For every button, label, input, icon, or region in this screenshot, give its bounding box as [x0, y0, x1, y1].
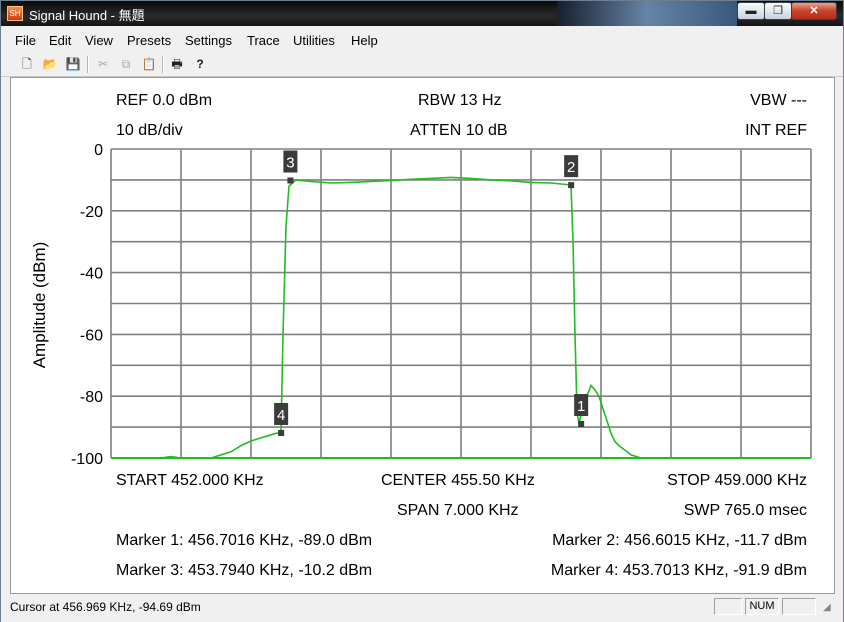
marker-label: 1: [577, 398, 585, 415]
marker-label: 4: [277, 407, 285, 424]
marker-point: [278, 429, 285, 436]
cursor-readout: Cursor at 456.969 KHz, -94.69 dBm: [10, 600, 201, 614]
marker-3-readout: Marker 3: 453.7940 KHz, -10.2 dBm: [116, 562, 373, 579]
app-window: SH Signal Hound - 無題 ▬ ❐ ✕ File Edit Vie…: [0, 0, 844, 622]
help-question-icon[interactable]: ?: [192, 56, 208, 72]
toolbar-separator: [87, 56, 89, 73]
new-file-icon[interactable]: 🗋: [19, 56, 35, 72]
num-lock-indicator: NUM: [745, 598, 779, 615]
sweep-time-label: SWP 765.0 msec: [683, 502, 807, 519]
status-pane-empty: [714, 598, 742, 615]
signal-hound-app-icon[interactable]: SH: [7, 6, 23, 21]
toolbar: 🗋 📂 💾 ✂ ⧉ 📋 🖶 ?: [1, 53, 843, 77]
y-tick-label: -40: [80, 266, 103, 283]
status-pane-empty-2: [782, 598, 816, 615]
y-axis-label: Amplitude (dBm): [30, 242, 49, 369]
y-tick-label: -100: [71, 451, 103, 468]
window-title: Signal Hound - 無題: [29, 8, 145, 23]
center-freq-label: CENTER 455.50 KHz: [381, 472, 535, 489]
menu-file[interactable]: File: [15, 33, 36, 48]
spectrum-display[interactable]: REF 0.0 dBm 10 dB/div RBW 13 Hz ATTEN 10…: [10, 77, 835, 594]
menu-view[interactable]: View: [85, 33, 113, 48]
marker-1-readout: Marker 1: 456.7016 KHz, -89.0 dBm: [116, 532, 373, 549]
span-label: SPAN 7.000 KHz: [397, 502, 519, 519]
start-freq-label: START 452.000 KHz: [116, 472, 264, 489]
menu-utilities[interactable]: Utilities: [293, 33, 335, 48]
close-button[interactable]: ✕: [791, 2, 837, 20]
y-tick-label: -60: [80, 327, 103, 344]
restore-button[interactable]: ❐: [764, 2, 792, 20]
marker-label: 3: [286, 155, 294, 172]
marker-2-readout: Marker 2: 456.6015 KHz, -11.7 dBm: [552, 532, 807, 549]
marker-point: [287, 177, 294, 184]
marker-point: [578, 421, 585, 428]
menu-help[interactable]: Help: [351, 33, 378, 48]
toolbar-separator: [162, 56, 164, 73]
y-tick-label: 0: [94, 142, 103, 159]
copy-icon[interactable]: ⧉: [118, 56, 134, 72]
stop-freq-label: STOP 459.000 KHz: [667, 472, 807, 489]
y-tick-label: -80: [80, 389, 103, 406]
menu-presets[interactable]: Presets: [127, 33, 171, 48]
paste-icon[interactable]: 📋: [141, 56, 157, 72]
marker-point: [568, 182, 575, 189]
menu-settings[interactable]: Settings: [185, 33, 232, 48]
marker-4-readout: Marker 4: 453.7013 KHz, -91.9 dBm: [550, 562, 807, 579]
menu-trace[interactable]: Trace: [247, 33, 280, 48]
y-tick-labels: 0 -20 -40 -60 -80 -100: [71, 142, 103, 468]
status-bar: Cursor at 456.969 KHz, -94.69 dBm NUM ◢: [1, 596, 843, 622]
print-icon[interactable]: 🖶: [169, 56, 185, 72]
menu-bar: File Edit View Presets Settings Trace Ut…: [1, 26, 843, 54]
cut-icon[interactable]: ✂: [95, 56, 111, 72]
minimize-button[interactable]: ▬: [737, 2, 765, 20]
open-folder-icon[interactable]: 📂: [42, 56, 58, 72]
save-disk-icon[interactable]: 💾: [65, 56, 81, 72]
title-bar-glass: [557, 1, 737, 26]
title-bar[interactable]: SH Signal Hound - 無題 ▬ ❐ ✕: [1, 1, 843, 26]
resize-grip-icon[interactable]: ◢: [823, 602, 831, 613]
menu-edit[interactable]: Edit: [49, 33, 71, 48]
marker-label: 2: [567, 159, 575, 176]
y-tick-label: -20: [80, 204, 103, 221]
